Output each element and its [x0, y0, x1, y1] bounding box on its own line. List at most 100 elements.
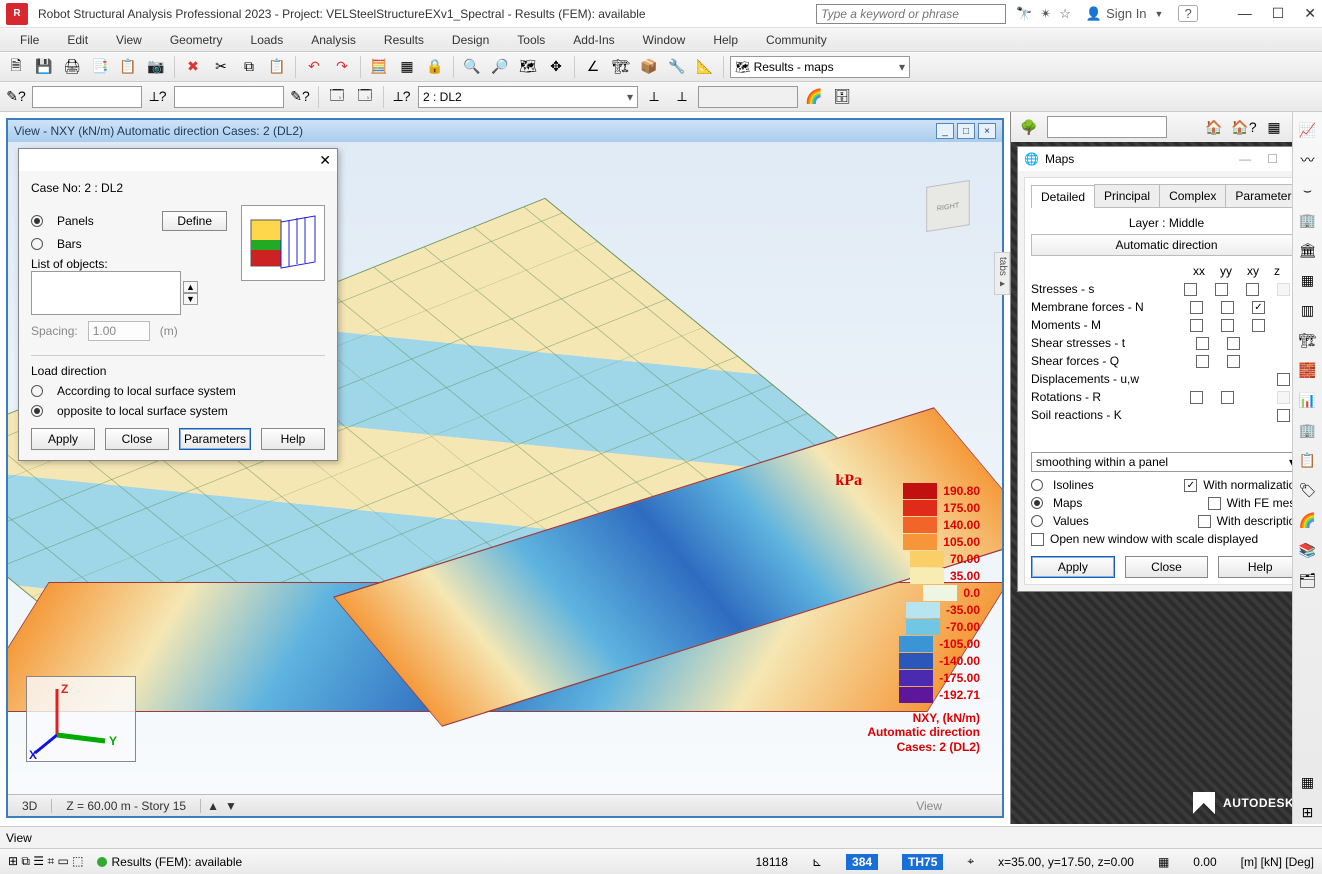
strip-5-icon[interactable]: 🏛: [1296, 238, 1320, 262]
maps-min-button[interactable]: —: [1234, 152, 1256, 166]
search-input[interactable]: [816, 4, 1006, 24]
mode-input[interactable]: [698, 86, 798, 108]
strip-table-icon[interactable]: ▦: [1296, 770, 1320, 794]
local-system-radio[interactable]: [31, 385, 43, 397]
zoom-window-icon[interactable]: 🔎: [488, 55, 512, 79]
dlg-apply-button[interactable]: Apply: [31, 428, 95, 450]
result-check[interactable]: [1227, 337, 1240, 350]
screenshot-icon[interactable]: 📷: [144, 55, 168, 79]
bar-select-icon[interactable]: ⟂?: [146, 85, 170, 109]
result-check[interactable]: [1221, 391, 1234, 404]
menu-community[interactable]: Community: [754, 31, 839, 49]
view-cube[interactable]: RIGHT: [926, 180, 970, 232]
panel-filter[interactable]: [1047, 116, 1167, 138]
dlg-help-button[interactable]: Help: [261, 428, 325, 450]
strip-7-icon[interactable]: ▥: [1296, 298, 1320, 322]
isolines-radio[interactable]: [1031, 479, 1043, 491]
view-minimize-button[interactable]: _: [936, 123, 954, 139]
panel-c-icon[interactable]: 🏠?: [1232, 115, 1256, 139]
menu-edit[interactable]: Edit: [55, 31, 100, 49]
result-check[interactable]: [1196, 337, 1209, 350]
calc-icon[interactable]: 🧮: [367, 55, 391, 79]
maps-close-button2[interactable]: Close: [1125, 556, 1209, 578]
undo-icon[interactable]: ↶: [302, 55, 326, 79]
layout-selector[interactable]: 🗺 Results - maps: [730, 56, 910, 78]
spacing-input[interactable]: [88, 321, 150, 341]
case-select-icon[interactable]: ⟂?: [390, 85, 414, 109]
bottom-view-tab[interactable]: View: [6, 831, 32, 845]
cube-icon[interactable]: 📦: [637, 55, 661, 79]
sign-in-button[interactable]: 👤Sign In▼: [1079, 3, 1171, 25]
values-radio[interactable]: [1031, 515, 1043, 527]
open-new-check[interactable]: [1031, 533, 1044, 546]
strip-14-icon[interactable]: 🌈: [1296, 508, 1320, 532]
side-tabs[interactable]: tabs ▸: [994, 252, 1010, 295]
menu-geometry[interactable]: Geometry: [158, 31, 235, 49]
help-icon[interactable]: ?: [1178, 5, 1197, 22]
result-check[interactable]: [1190, 319, 1203, 332]
result-check[interactable]: [1190, 301, 1203, 314]
strip-15-icon[interactable]: 📚: [1296, 538, 1320, 562]
result-check[interactable]: [1252, 319, 1265, 332]
print-icon[interactable]: 🖨: [60, 55, 84, 79]
level-up-icon[interactable]: ▲: [201, 799, 225, 813]
tab-parameter[interactable]: Parameter: [1225, 184, 1301, 207]
case-next-icon[interactable]: ⟂: [670, 85, 694, 109]
binoculars-icon[interactable]: 🔭: [1016, 6, 1032, 22]
menu-view[interactable]: View: [104, 31, 154, 49]
view-mode[interactable]: 3D: [8, 799, 52, 813]
strip-9-icon[interactable]: 🧱: [1296, 358, 1320, 382]
result-check[interactable]: [1277, 373, 1290, 386]
axis-icon[interactable]: ∠: [581, 55, 605, 79]
maps-max-button[interactable]: ☐: [1262, 152, 1283, 166]
menu-results[interactable]: Results: [372, 31, 436, 49]
result-check[interactable]: [1184, 283, 1197, 296]
tab-principal[interactable]: Principal: [1094, 184, 1160, 207]
page-setup-icon[interactable]: 📋: [116, 55, 140, 79]
lock-icon[interactable]: 🔒: [423, 55, 447, 79]
maps-radio[interactable]: [1031, 497, 1043, 509]
menu-analysis[interactable]: Analysis: [299, 31, 368, 49]
with-norm-check[interactable]: [1184, 479, 1197, 492]
result-check[interactable]: [1246, 283, 1259, 296]
delete-icon[interactable]: ✖: [181, 55, 205, 79]
table-icon[interactable]: ▦: [395, 55, 419, 79]
close-button[interactable]: ✕: [1304, 5, 1316, 22]
parameters-icon[interactable]: 📐: [693, 55, 717, 79]
result-check[interactable]: [1227, 355, 1240, 368]
menu-add-ins[interactable]: Add-Ins: [561, 31, 626, 49]
wand-icon[interactable]: ✴: [1040, 6, 1051, 22]
menu-design[interactable]: Design: [440, 31, 501, 49]
bars-radio[interactable]: [31, 238, 43, 250]
paste-icon[interactable]: 📋: [265, 55, 289, 79]
node-input[interactable]: [32, 86, 142, 108]
list-up-icon[interactable]: ▲: [183, 281, 198, 293]
section-db-icon[interactable]: 🗄: [830, 85, 854, 109]
tab-detailed[interactable]: Detailed: [1031, 185, 1095, 208]
with-desc-check[interactable]: [1198, 515, 1211, 528]
strip-10-icon[interactable]: 📊: [1296, 388, 1320, 412]
star-icon[interactable]: ☆: [1059, 6, 1071, 22]
maps-apply-button[interactable]: Apply: [1031, 556, 1115, 578]
list-down-icon[interactable]: ▼: [183, 293, 198, 305]
window-a-icon[interactable]: 🗔: [325, 85, 349, 109]
edit-select-icon[interactable]: ✎?: [288, 85, 312, 109]
cut-icon[interactable]: ✂: [209, 55, 233, 79]
copy-icon[interactable]: ⧉: [237, 55, 261, 79]
redo-icon[interactable]: ↷: [330, 55, 354, 79]
dialog-close-icon[interactable]: ✕: [319, 152, 331, 169]
panel-a-icon[interactable]: 🌳: [1017, 115, 1041, 139]
status-icons[interactable]: ⊞ ⧉ ☰ ⌗ ▭ ⬚: [8, 854, 83, 869]
result-check[interactable]: [1215, 283, 1228, 296]
define-button[interactable]: Define: [162, 211, 227, 231]
panels-radio[interactable]: [31, 215, 43, 227]
maximize-button[interactable]: ☐: [1272, 5, 1285, 22]
view-maximize-button[interactable]: □: [957, 123, 975, 139]
panel-d-icon[interactable]: ▦: [1262, 115, 1286, 139]
view-level[interactable]: Z = 60.00 m - Story 15: [52, 799, 201, 813]
with-mesh-check[interactable]: [1208, 497, 1221, 510]
result-check[interactable]: [1196, 355, 1209, 368]
view-close-button[interactable]: ×: [978, 123, 996, 139]
strip-8-icon[interactable]: 🏗: [1296, 328, 1320, 352]
arc-icon[interactable]: 🌈: [802, 85, 826, 109]
